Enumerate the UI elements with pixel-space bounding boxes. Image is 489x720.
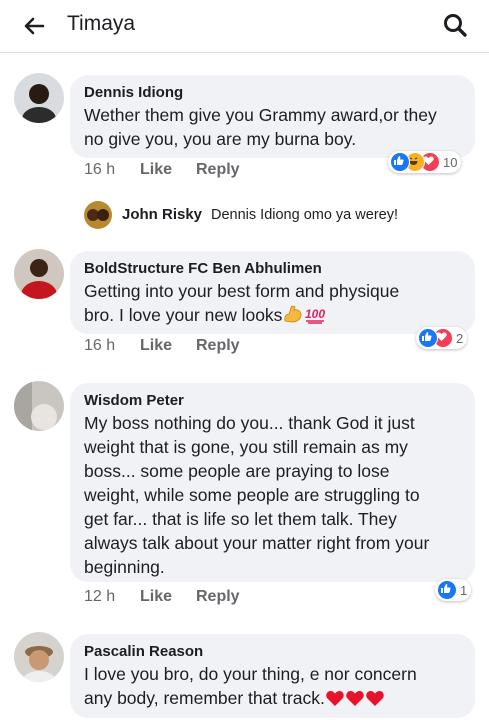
- reaction-summary[interactable]: 10: [388, 151, 462, 173]
- comment-time: 16 h: [84, 337, 116, 354]
- comment-text-line: weight that is gone, you still remain as…: [84, 437, 408, 457]
- page-title: Timaya: [67, 12, 136, 35]
- comment-text-line: beginning.: [84, 557, 165, 577]
- red-heart-icon: [366, 691, 384, 706]
- comment-text-line: weight, while some people are struggling…: [84, 485, 420, 505]
- comment-author[interactable]: Pascalin Reason: [84, 642, 461, 662]
- back-arrow-icon[interactable]: [22, 14, 46, 38]
- thumbs-up-icon: [437, 580, 457, 600]
- comment-text-line: get far... that is life so let them talk…: [84, 509, 397, 529]
- reaction-count: 1: [460, 582, 468, 598]
- comment-text-line: any body, remember that track.: [84, 686, 461, 710]
- reply-text: Dennis Idiong omo ya werey!: [211, 207, 398, 223]
- hundred-points-icon: 100: [305, 307, 326, 324]
- reaction-summary[interactable]: 1: [435, 579, 472, 601]
- avatar-dennis-idiong[interactable]: [14, 73, 64, 123]
- comment-author[interactable]: Wisdom Peter: [84, 391, 461, 411]
- reaction-count: 2: [456, 330, 464, 346]
- reaction-summary[interactable]: 2: [416, 327, 468, 349]
- like-button[interactable]: Like: [140, 588, 172, 606]
- like-button[interactable]: Like: [140, 161, 172, 179]
- avatar-wisdom-peter[interactable]: [14, 381, 64, 431]
- avatar-boldstructure[interactable]: [14, 249, 64, 299]
- red-heart-icon: [326, 691, 344, 706]
- top-bar: Timaya: [0, 0, 489, 53]
- comment-author[interactable]: BoldStructure FC Ben Abhulimen: [84, 259, 461, 279]
- reaction-count: 10: [443, 154, 458, 170]
- comment-text-line: boss... some people are praying to lose: [84, 461, 390, 481]
- reply-button[interactable]: Reply: [196, 588, 240, 606]
- comment-bubble[interactable]: BoldStructure FC Ben Abhulimen Getting i…: [70, 251, 475, 334]
- avatar-pascalin-reason[interactable]: [14, 632, 64, 682]
- reply-button[interactable]: Reply: [196, 337, 240, 355]
- thumbs-up-icon: [418, 328, 438, 348]
- avatar-john-risky[interactable]: [84, 201, 112, 229]
- comment-bubble[interactable]: Dennis Idiong Wether them give you Gramm…: [70, 75, 475, 158]
- thumbs-up-icon: [390, 152, 410, 172]
- like-button[interactable]: Like: [140, 337, 172, 355]
- comment-time: 12 h: [84, 588, 116, 605]
- comment-text-line: Wether them give you Grammy award,or the…: [84, 105, 437, 125]
- comment-text-line: always talk about your matter right from…: [84, 533, 430, 553]
- svg-text:100: 100: [305, 307, 325, 321]
- comment-text-segment: any body, remember that track.: [84, 688, 325, 708]
- reply-author[interactable]: John Risky: [122, 206, 202, 223]
- comment-time: 16 h: [84, 161, 116, 178]
- comment-bubble[interactable]: Pascalin Reason I love you bro, do your …: [70, 634, 475, 718]
- reply-button[interactable]: Reply: [196, 161, 240, 179]
- comment-text-segment: bro. I love your new looks: [84, 305, 283, 325]
- comment-author[interactable]: Dennis Idiong: [84, 83, 461, 103]
- comment-text-line: no give you, you are my burna boy.: [84, 129, 357, 149]
- comment-text-line: bro. I love your new looks 100: [84, 303, 461, 327]
- comment-bubble[interactable]: Wisdom Peter My boss nothing do you... t…: [70, 383, 475, 582]
- red-heart-icon: [346, 691, 364, 706]
- comment-text-line: Getting into your best form and physique: [84, 281, 400, 301]
- search-icon[interactable]: [442, 12, 468, 38]
- comment-text-line: I love you bro, do your thing, e nor con…: [84, 664, 417, 684]
- flexed-biceps-icon: [284, 305, 302, 323]
- comment-text-line: My boss nothing do you... thank God it j…: [84, 413, 415, 433]
